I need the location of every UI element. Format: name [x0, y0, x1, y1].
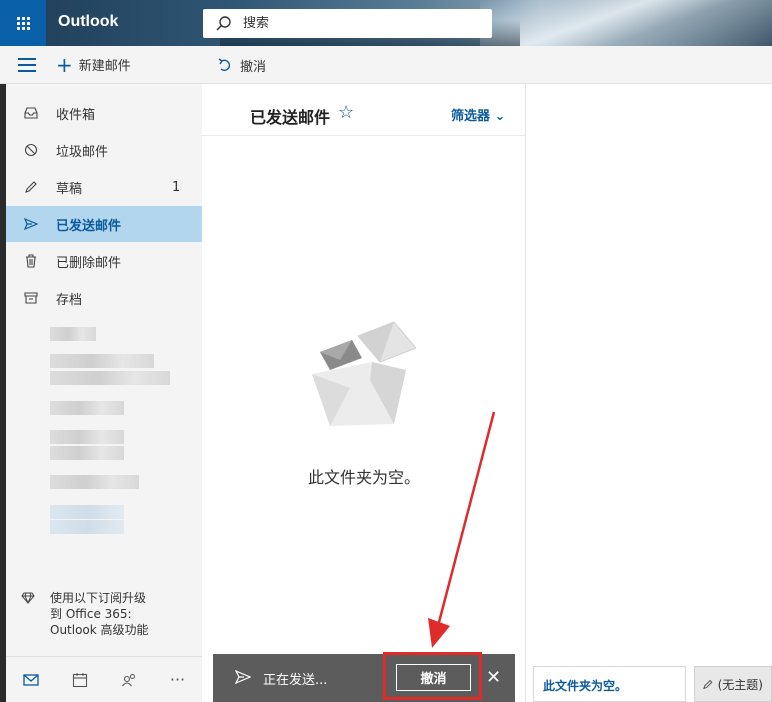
people-module-button[interactable]	[104, 673, 153, 687]
archive-icon	[24, 292, 38, 304]
junk-icon	[24, 143, 38, 157]
blurred-folder[interactable]	[50, 446, 124, 460]
chevron-down-icon: ⌄	[494, 109, 506, 124]
command-bar: + 新建邮件 撤消	[0, 46, 772, 84]
draft-tab-no-subject[interactable]: (无主题)	[694, 666, 772, 702]
empty-folder-illustration	[312, 321, 416, 426]
sending-status: 正在发送...	[263, 673, 328, 688]
people-icon	[121, 673, 135, 686]
calendar-icon	[72, 672, 87, 687]
undo-command-button[interactable]: 撤消	[218, 56, 266, 75]
module-switcher: ···	[6, 656, 202, 702]
blurred-folder[interactable]	[50, 327, 96, 341]
search-icon	[216, 15, 231, 30]
sidebar-item-inbox[interactable]: 收件箱	[6, 95, 202, 131]
sidebar-item-archive[interactable]: 存档	[6, 280, 202, 316]
sending-notification: 正在发送... 撤消 ✕	[213, 652, 515, 702]
upgrade-promo[interactable]: 使用以下订阅升级 到 Office 365: Outlook 高级功能	[6, 590, 202, 638]
blurred-folder[interactable]	[50, 505, 124, 519]
pencil-icon	[703, 679, 713, 690]
app-title: Outlook	[58, 13, 119, 30]
send-icon	[235, 670, 251, 684]
favorite-star-icon[interactable]: ☆	[338, 102, 354, 123]
new-mail-label: 新建邮件	[78, 59, 131, 74]
sidebar-item-sent[interactable]: 已发送邮件	[6, 206, 202, 242]
mail-module-button[interactable]	[6, 673, 55, 686]
reading-pane	[526, 84, 772, 702]
plus-icon: +	[56, 52, 73, 77]
sidebar-item-drafts[interactable]: 草稿 1	[6, 169, 202, 205]
calendar-module-button[interactable]	[55, 672, 104, 688]
undo-icon	[218, 57, 231, 71]
draft-tab-empty[interactable]: 此文件夹为空。	[533, 666, 686, 702]
trash-icon	[26, 254, 36, 268]
annotation-arrow	[428, 411, 496, 648]
filter-dropdown[interactable]: 筛选器 ⌄	[451, 105, 505, 124]
annotation-highlight-box	[383, 652, 482, 700]
blurred-folder[interactable]	[50, 475, 139, 489]
close-icon[interactable]: ✕	[486, 667, 501, 688]
undo-command-label: 撤消	[240, 60, 267, 75]
send-icon	[24, 218, 38, 230]
app-header: Outlook	[0, 0, 772, 46]
folder-pane: 收件箱 垃圾邮件 草稿 1 已发送邮件 已删除邮件 存档 使用以下订阅升级 到 …	[6, 84, 202, 702]
waffle-icon	[16, 16, 30, 30]
hamburger-menu-icon[interactable]	[18, 58, 36, 72]
blurred-folder[interactable]	[50, 401, 124, 415]
header-background-image	[480, 0, 772, 46]
search-box[interactable]	[203, 9, 492, 38]
drafts-count: 1	[172, 179, 181, 195]
blurred-folder[interactable]	[50, 354, 154, 368]
search-input[interactable]	[243, 16, 463, 31]
message-list-header: 已发送邮件 ☆ 筛选器 ⌄	[202, 84, 526, 136]
inbox-icon	[24, 107, 38, 119]
mail-icon	[22, 673, 39, 686]
more-icon[interactable]: ···	[153, 670, 202, 689]
sidebar-item-deleted[interactable]: 已删除邮件	[6, 243, 202, 279]
blurred-folder[interactable]	[50, 371, 170, 385]
blurred-folder[interactable]	[50, 520, 124, 534]
app-launcher-button[interactable]	[0, 0, 46, 46]
sidebar-item-junk[interactable]: 垃圾邮件	[6, 132, 202, 168]
folder-title: 已发送邮件	[250, 108, 331, 127]
pencil-icon	[25, 181, 37, 193]
upgrade-text: 使用以下订阅升级	[50, 591, 147, 605]
diamond-icon	[21, 592, 35, 604]
new-mail-button[interactable]: + 新建邮件	[56, 52, 131, 77]
blurred-folder[interactable]	[50, 430, 124, 444]
